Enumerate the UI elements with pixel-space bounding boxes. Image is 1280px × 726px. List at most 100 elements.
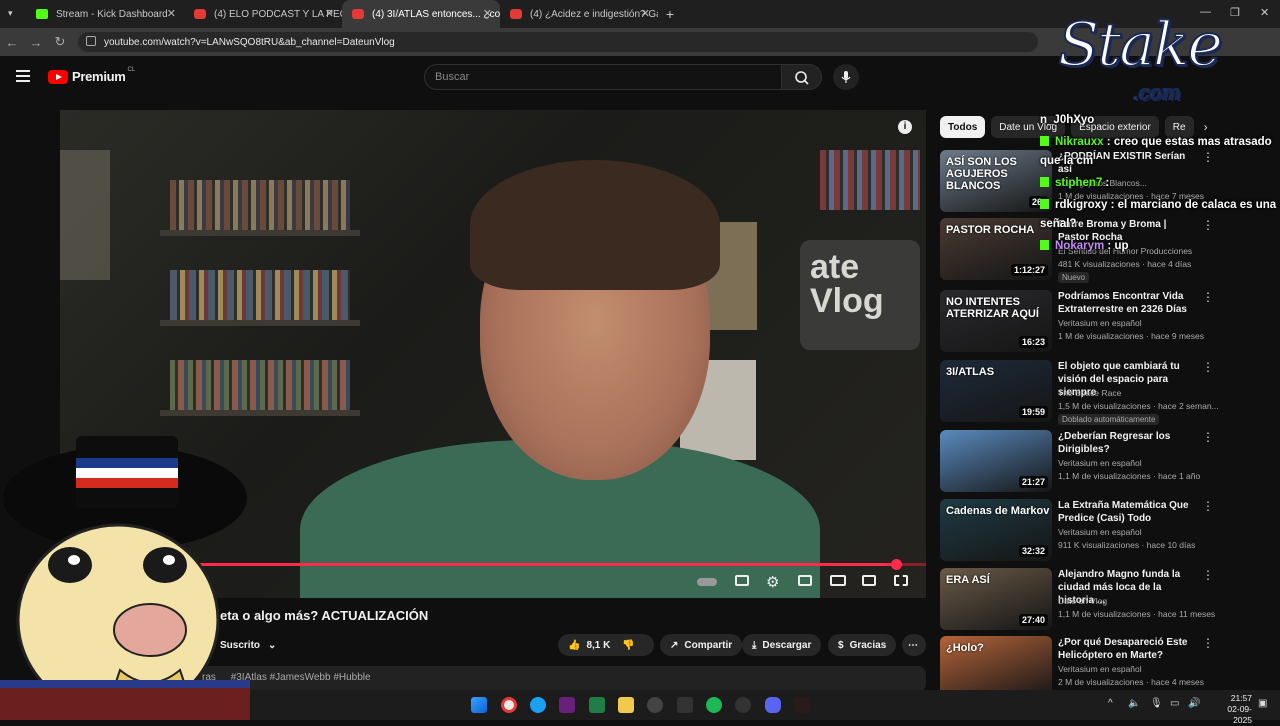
- video-badge: Nuevo: [1058, 272, 1090, 283]
- video-thumbnail[interactable]: 3I/ATLAS 19:59: [940, 360, 1052, 422]
- recommendation-item[interactable]: NO INTENTES ATERRIZAR AQUÍ 16:23 Podríamos…: [940, 290, 1214, 354]
- recommendation-item[interactable]: ERA ASÍ 27:40 Alejandro Magno funda la ciu…: [940, 568, 1215, 632]
- folder-icon[interactable]: [618, 697, 634, 713]
- search-button[interactable]: [782, 64, 822, 90]
- app-icon[interactable]: [794, 697, 810, 713]
- forward-icon[interactable]: →: [24, 35, 48, 50]
- miniplayer-icon[interactable]: [798, 575, 812, 586]
- clock[interactable]: 21:57 02-09-2025: [1210, 693, 1252, 726]
- mic-tray-icon[interactable]: 🎙: [1150, 698, 1163, 709]
- info-icon[interactable]: i: [898, 120, 912, 134]
- channel-name[interactable]: Veritasium en español: [1058, 527, 1142, 537]
- channel-name[interactable]: Veritasium en español: [1058, 318, 1142, 328]
- tab-title: (4) ¿Acidez e indigestión? Gavis: [530, 8, 658, 20]
- book-row: [170, 270, 350, 320]
- tab-search-button[interactable]: ▾: [0, 0, 26, 28]
- chat-text: señal?: [1040, 218, 1077, 230]
- start-icon[interactable]: [471, 697, 487, 713]
- browser-tab-podcast[interactable]: (4) ELO PODCAST Y LA PEOR EN ✕: [184, 0, 342, 28]
- site-info-icon[interactable]: [86, 36, 96, 46]
- share-button[interactable]: ↗ Compartir: [660, 634, 743, 656]
- recommendation-title[interactable]: ¿Por qué Desapareció Este Helicóptero en…: [1058, 636, 1198, 662]
- channel-name[interactable]: Veritasium en español: [1058, 458, 1142, 468]
- video-thumbnail[interactable]: ASÍ SON LOS AGUJEROS BLANCOS 26:: [940, 150, 1052, 212]
- close-icon[interactable]: ✕: [325, 7, 334, 20]
- chip-all[interactable]: Todos: [940, 116, 986, 138]
- browser-tab-kick[interactable]: Stream - Kick Dashboard ✕: [26, 0, 184, 28]
- more-options-icon[interactable]: ⋮: [1202, 569, 1214, 581]
- reload-icon[interactable]: ↻: [48, 34, 72, 50]
- autoplay-toggle[interactable]: [697, 578, 717, 586]
- person-hair: [470, 160, 720, 290]
- browser-tab-atlas[interactable]: (4) 3I/ATLAS entonces... ¿come ✕: [342, 0, 500, 28]
- cast-icon[interactable]: [862, 575, 876, 586]
- close-icon[interactable]: ✕: [641, 7, 650, 20]
- more-options-icon[interactable]: ⋮: [1202, 291, 1214, 303]
- progress-scrubber[interactable]: [890, 559, 902, 570]
- download-button[interactable]: ⤓ Descargar: [742, 634, 822, 656]
- volume-icon[interactable]: 🔊: [1188, 698, 1200, 709]
- chat-username: Nokarym: [1055, 240, 1105, 252]
- search-input[interactable]: Buscar: [424, 64, 782, 90]
- more-options-icon[interactable]: ⋮: [1202, 637, 1214, 649]
- recommendation-item[interactable]: Cadenas de Markov 32:32 La Extraña Matemát…: [940, 499, 1214, 563]
- obs-icon[interactable]: [647, 697, 663, 713]
- speaker-icon[interactable]: 🔈: [1128, 698, 1140, 709]
- channel-name[interactable]: The Space Race: [1058, 388, 1121, 398]
- close-icon[interactable]: ✕: [167, 7, 176, 20]
- notifications-icon[interactable]: ▣: [1258, 698, 1267, 709]
- network-icon[interactable]: ▭: [1170, 698, 1179, 709]
- chip-related[interactable]: Re: [1164, 116, 1194, 138]
- more-actions-button[interactable]: ⋯: [902, 634, 926, 656]
- recommendation-item[interactable]: 21:27 ¿Deberían Regresar los Dirigibles? V…: [940, 430, 1214, 494]
- discord-icon[interactable]: [765, 697, 781, 713]
- chat-message: Nokarym : up: [1040, 240, 1129, 252]
- theater-mode-icon[interactable]: [830, 575, 846, 586]
- more-options-icon[interactable]: ⋮: [1202, 500, 1214, 512]
- thumbnail-text: Cadenas de Markov: [946, 505, 1050, 517]
- video-thumbnail[interactable]: NO INTENTES ATERRIZAR AQUÍ 16:23: [940, 290, 1052, 352]
- close-icon[interactable]: ✕: [483, 7, 492, 20]
- menu-icon[interactable]: [16, 70, 30, 85]
- like-count: 8,1 K: [586, 639, 611, 651]
- browser-icon[interactable]: [530, 697, 546, 713]
- channel-name[interactable]: Date un Vlog: [1058, 596, 1107, 606]
- more-options-icon[interactable]: ⋮: [1202, 431, 1214, 443]
- recommendation-item[interactable]: 3I/ATLAS 19:59 El objeto que cambiará tu v…: [940, 360, 1219, 425]
- hashtags[interactable]: #3IAtlas #JamesWebb #Hubble: [231, 672, 371, 683]
- browser-tab-acidez[interactable]: (4) ¿Acidez e indigestión? Gavis ✕: [500, 0, 658, 28]
- settings-gear-icon[interactable]: ⚙: [766, 573, 779, 591]
- more-options-icon[interactable]: ⋮: [1202, 361, 1214, 373]
- excel-icon[interactable]: [589, 697, 605, 713]
- url-field[interactable]: youtube.com/watch?v=LANwSQO8tRU&ab_chann…: [78, 32, 1038, 52]
- subtitles-icon[interactable]: [735, 575, 749, 586]
- recommendation-title[interactable]: La Extraña Matemática Que Predice (Casi)…: [1058, 499, 1198, 525]
- video-thumbnail[interactable]: 21:27: [940, 430, 1052, 492]
- video-thumbnail[interactable]: ERA ASÍ 27:40: [940, 568, 1052, 630]
- video-thumbnail[interactable]: ¿Holo?: [940, 636, 1052, 698]
- youtube-logo[interactable]: Premium CL: [48, 67, 135, 84]
- spotify-icon[interactable]: [706, 697, 722, 713]
- more-options-icon[interactable]: ⋮: [1202, 219, 1214, 231]
- video-duration: 27:40: [1018, 614, 1048, 626]
- new-tab-button[interactable]: +: [658, 6, 682, 22]
- video-thumbnail[interactable]: Cadenas de Markov 32:32: [940, 499, 1052, 561]
- more-options-icon[interactable]: ⋮: [1202, 151, 1214, 163]
- thumbnail-text: 3I/ATLAS: [946, 366, 995, 378]
- thanks-button[interactable]: $ Gracias: [828, 634, 897, 656]
- steam-icon[interactable]: [735, 697, 751, 713]
- channel-name[interactable]: Veritasium en español: [1058, 664, 1142, 674]
- back-icon[interactable]: ←: [0, 35, 24, 50]
- recommendation-title[interactable]: ¿Deberían Regresar los Dirigibles?: [1058, 430, 1198, 456]
- tray-overflow-icon[interactable]: ^: [1108, 698, 1113, 709]
- chrome-icon[interactable]: [501, 697, 517, 713]
- fullscreen-icon[interactable]: [894, 575, 908, 586]
- kick-app-icon[interactable]: [677, 697, 693, 713]
- chevron-right-icon[interactable]: ›: [1204, 116, 1208, 138]
- like-button[interactable]: 👍 8,1 K 👎: [558, 634, 654, 656]
- video-thumbnail[interactable]: PASTOR ROCHA 1:12:27: [940, 218, 1052, 280]
- thumbs-down-icon[interactable]: 👎: [622, 640, 634, 651]
- recommendation-title[interactable]: Podríamos Encontrar Vida Extraterrestre …: [1058, 290, 1198, 316]
- visual-studio-icon[interactable]: [559, 697, 575, 713]
- voice-search-button[interactable]: [833, 64, 859, 90]
